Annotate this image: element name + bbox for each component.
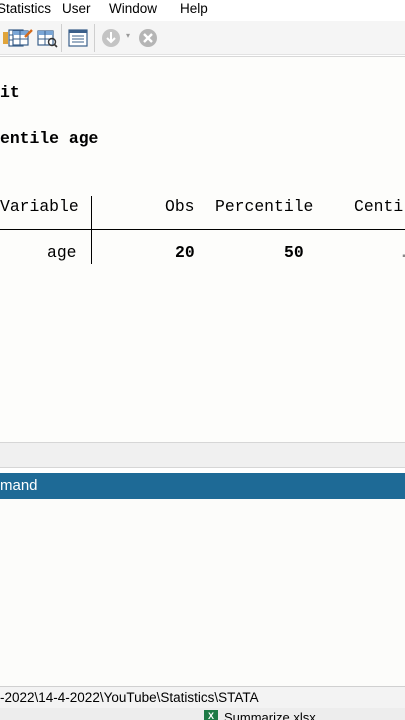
data-editor-icon[interactable] [10,26,34,50]
working-directory-path: -2022\14-4-2022\YouTube\Statistics\STATA [0,690,259,705]
results-line-centile: entile age [0,129,99,148]
header-variable: Variable [0,197,79,216]
table-divider-vertical [91,196,92,229]
break-icon[interactable] [136,26,160,50]
cell-variable-age: age [47,243,77,262]
taskbar-item-summarize[interactable]: X Summarize.xlsx [204,708,316,720]
toolbar: ▾ [0,21,405,55]
results-window[interactable]: it entile age Variable Obs Percentile Ce… [0,56,405,442]
table-divider-vertical [91,230,92,264]
log-viewer-icon[interactable] [66,26,90,50]
header-centile: Centi [354,197,404,216]
menu-bar: Statistics User Window Help [0,0,405,20]
cell-percentile: 50 [284,243,304,262]
cell-obs: 20 [175,243,195,262]
command-panel-title: mand [0,477,38,494]
header-obs: Obs [165,197,195,216]
toolbar-separator [61,24,62,52]
more-icon[interactable] [99,26,123,50]
menu-window[interactable]: Window [109,0,157,18]
excel-file-icon: X [204,710,218,720]
command-panel-header: mand [0,473,405,499]
results-line-command: it [0,83,20,102]
command-input-area[interactable] [0,499,405,686]
menu-user[interactable]: User [62,0,91,18]
menu-statistics[interactable]: Statistics [0,0,51,18]
table-divider-horizontal [0,229,405,230]
header-percentile: Percentile [215,197,314,216]
more-dropdown-icon[interactable]: ▾ [126,31,130,40]
cell-centile: . [399,243,405,263]
data-browser-icon[interactable] [35,26,59,50]
pane-splitter[interactable] [0,442,405,468]
status-bar: -2022\14-4-2022\YouTube\Statistics\STATA [0,686,405,708]
menu-help[interactable]: Help [180,0,208,18]
toolbar-separator [94,24,95,52]
taskbar: X Summarize.xlsx [0,708,405,720]
taskbar-item-label: Summarize.xlsx [224,710,316,720]
